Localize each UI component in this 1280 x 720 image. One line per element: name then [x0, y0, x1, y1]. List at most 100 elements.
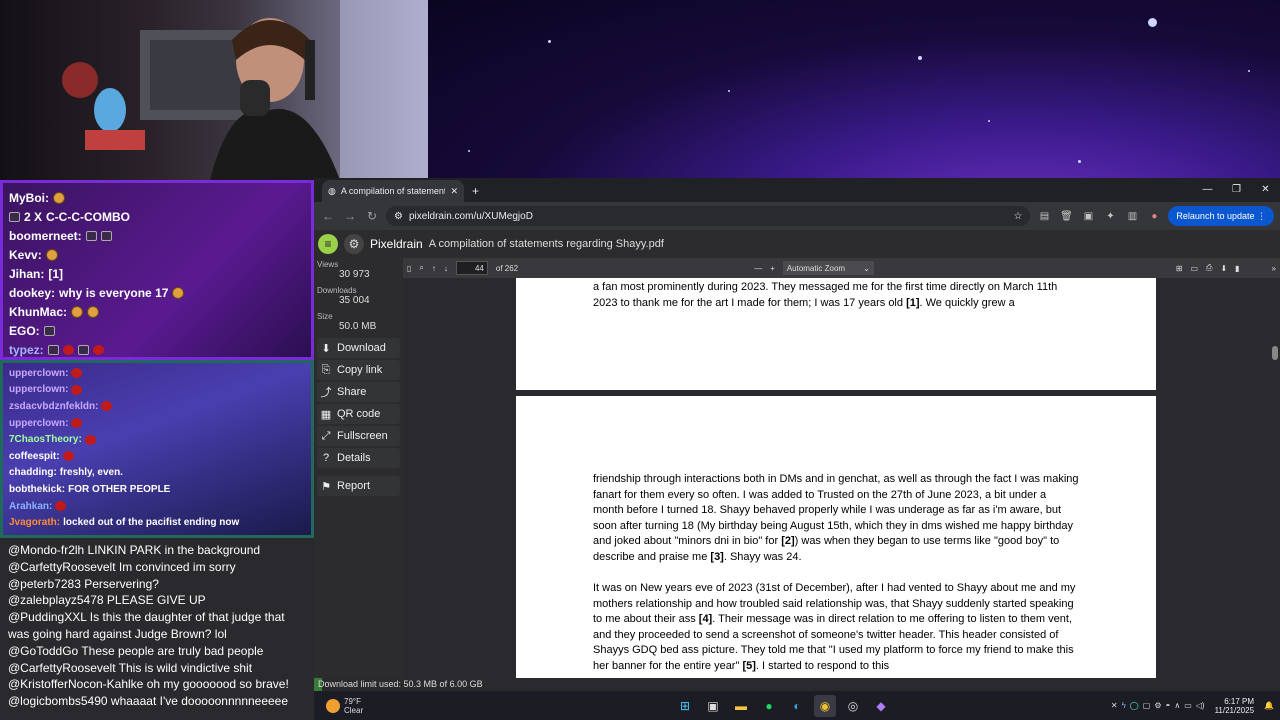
details-button[interactable]: ? Details	[317, 448, 400, 468]
chat-username[interactable]: bobthekick:	[9, 484, 65, 495]
app-icon[interactable]: ◆	[870, 695, 892, 717]
chat-username[interactable]: @CarfettyRoosevelt	[8, 560, 116, 574]
tray-volume-icon[interactable]: ◁)	[1196, 701, 1205, 710]
tray-bolt-icon[interactable]: ϟ	[1122, 701, 1126, 710]
trash-icon[interactable]: 🗑	[1058, 211, 1074, 222]
star	[728, 90, 730, 92]
reload-icon[interactable]: ↻	[364, 209, 380, 223]
file-explorer-icon[interactable]: ▬	[730, 695, 752, 717]
chat-username[interactable]: coffeespit:	[9, 451, 60, 462]
clock[interactable]: 6:17 PM 11/21/2025	[1209, 697, 1260, 715]
url-bar[interactable]: ⚙ pixeldrain.com/u/XUMegjoD ☆	[386, 206, 1031, 226]
obs-icon[interactable]: ◎	[842, 695, 864, 717]
presentation-icon[interactable]: ⊞	[1176, 264, 1183, 273]
chat-username[interactable]: @Mondo-fr2lh	[8, 543, 84, 557]
sidepanel-icon[interactable]: ▥	[1124, 211, 1140, 222]
menu-icon[interactable]: ≡	[318, 234, 338, 254]
chat-username[interactable]: @GoToddGo	[8, 644, 78, 658]
forward-arrow-icon[interactable]: →	[342, 209, 358, 223]
browser-tab[interactable]: ◍ A compilation of statements rega ✕	[322, 180, 464, 202]
chat-username[interactable]: Arahkan:	[9, 501, 52, 512]
close-window-icon[interactable]: ✕	[1251, 178, 1280, 200]
bookmark-icon[interactable]: ▮	[1235, 264, 1239, 273]
chat-username[interactable]: EGO:	[9, 324, 40, 338]
spotify-icon[interactable]: ●	[758, 695, 780, 717]
chrome-icon[interactable]: ◉	[814, 694, 836, 717]
chat-username[interactable]: MyBoi:	[9, 191, 49, 205]
maximize-icon[interactable]: ❐	[1222, 178, 1251, 200]
chat-username[interactable]: 7ChaosTheory:	[9, 434, 82, 445]
zoom-select[interactable]: Automatic Zoom ⌄	[782, 261, 874, 275]
chat-text: Im convinced im sorry	[115, 559, 236, 574]
relaunch-button[interactable]: Relaunch to update ⋮	[1168, 206, 1274, 226]
more-tools-icon[interactable]: »	[1272, 264, 1276, 273]
copy-link-button[interactable]: ⎘ Copy link	[317, 360, 400, 380]
chat-username[interactable]: chadding:	[9, 467, 57, 478]
tray-steam-icon[interactable]: ◓	[1165, 701, 1170, 710]
pdf-viewer[interactable]: a fan most prominently during 2023. They…	[403, 278, 1280, 678]
bookmark-star-icon[interactable]: ☆	[1013, 211, 1022, 222]
close-tab-icon[interactable]: ✕	[450, 186, 458, 197]
chat-username[interactable]: @KristofferNocon-Kahlke	[8, 677, 143, 691]
sidebar-toggle-icon[interactable]: ▯	[407, 264, 411, 273]
pixeldrain-brand[interactable]: Pixeldrain	[370, 237, 423, 251]
report-button[interactable]: ⚑ Report	[317, 476, 400, 496]
chat-username[interactable]: upperclown:	[9, 368, 68, 379]
chat-username[interactable]: boomerneet:	[9, 229, 82, 243]
fullscreen-button[interactable]: ⤢ Fullscreen	[317, 426, 400, 446]
chat-username[interactable]: Jvagorath:	[9, 517, 60, 528]
chat-username[interactable]: 2 X	[24, 210, 42, 224]
tray-circle-icon[interactable]: ◯	[1130, 701, 1139, 710]
qr-code-button[interactable]: ▦ QR code	[317, 404, 400, 424]
open-file-icon[interactable]: ▭	[1190, 264, 1198, 273]
site-info-icon[interactable]: ⚙	[394, 211, 403, 222]
zoom-out-icon[interactable]: —	[754, 264, 762, 273]
chat-username[interactable]: dookey:	[9, 286, 55, 300]
share-button[interactable]: ⤴ Share	[317, 382, 400, 402]
chat-text: Perservering?	[80, 576, 159, 591]
chat-username[interactable]: KhunMac:	[9, 305, 67, 319]
chat-username[interactable]: Kevv:	[9, 248, 42, 262]
download-button[interactable]: ⬇ Download	[317, 338, 400, 358]
edge-icon[interactable]: ◐	[786, 695, 808, 717]
pdf-scrollbar[interactable]	[1270, 278, 1280, 678]
report-icon: ⚑	[321, 480, 331, 493]
previous-page-icon[interactable]: ↑	[432, 264, 436, 273]
task-view-icon[interactable]: ▣	[702, 695, 724, 717]
tray-x-icon[interactable]: ✕	[1111, 701, 1118, 710]
chat-username[interactable]: upperclown:	[9, 384, 68, 395]
search-icon[interactable]: ⌕	[419, 263, 423, 273]
notification-bell-icon[interactable]: 🔔	[1264, 701, 1274, 710]
scrollbar-thumb[interactable]	[1272, 346, 1278, 360]
page-number-input[interactable]	[455, 261, 488, 275]
chat-username[interactable]: typez:	[9, 343, 44, 357]
profile-avatar-icon[interactable]: ●	[1146, 211, 1162, 222]
chat-username[interactable]: @CarfettyRoosevelt	[8, 661, 116, 675]
new-tab-icon[interactable]: +	[464, 184, 487, 202]
tray-chevron-up-icon[interactable]: ∧	[1174, 701, 1180, 710]
chat-username[interactable]: upperclown:	[9, 418, 68, 429]
chat-username[interactable]: @PuddingXXL	[8, 610, 86, 624]
tray-lock-icon[interactable]: ▢	[1143, 701, 1151, 710]
minimize-icon[interactable]: —	[1193, 178, 1222, 200]
back-arrow-icon[interactable]: ←	[320, 209, 336, 223]
zoom-in-icon[interactable]: +	[770, 264, 775, 273]
save-icon[interactable]: ⬇	[1220, 264, 1227, 273]
tray-network-icon[interactable]: ▭	[1184, 701, 1192, 710]
tray-gear-icon[interactable]: ⚙	[1154, 701, 1161, 710]
pixeldrain-logo-icon[interactable]: ⚙	[344, 234, 364, 254]
next-page-icon[interactable]: ↓	[444, 264, 448, 273]
puzzle-icon[interactable]: ✦	[1102, 211, 1118, 222]
chat-username[interactable]: @zalebplayz5478	[8, 593, 104, 607]
document-icon[interactable]: ▤	[1036, 211, 1052, 222]
chat-username[interactable]: @logicbombs5490	[8, 694, 108, 708]
chat-username[interactable]: @peterb7283	[8, 577, 81, 591]
weather-widget[interactable]: 79°F Clear	[314, 697, 674, 715]
start-icon[interactable]: ⊞	[674, 695, 696, 717]
chat-username[interactable]: zsdacvbdznfekldn:	[9, 401, 98, 412]
chat-username[interactable]: Jihan:	[9, 267, 44, 281]
chat-badge-icon	[85, 230, 97, 241]
print-icon[interactable]: ⎙	[1206, 263, 1212, 273]
chat-badge-icon	[77, 344, 89, 355]
extension-icon[interactable]: ▣	[1080, 211, 1096, 222]
